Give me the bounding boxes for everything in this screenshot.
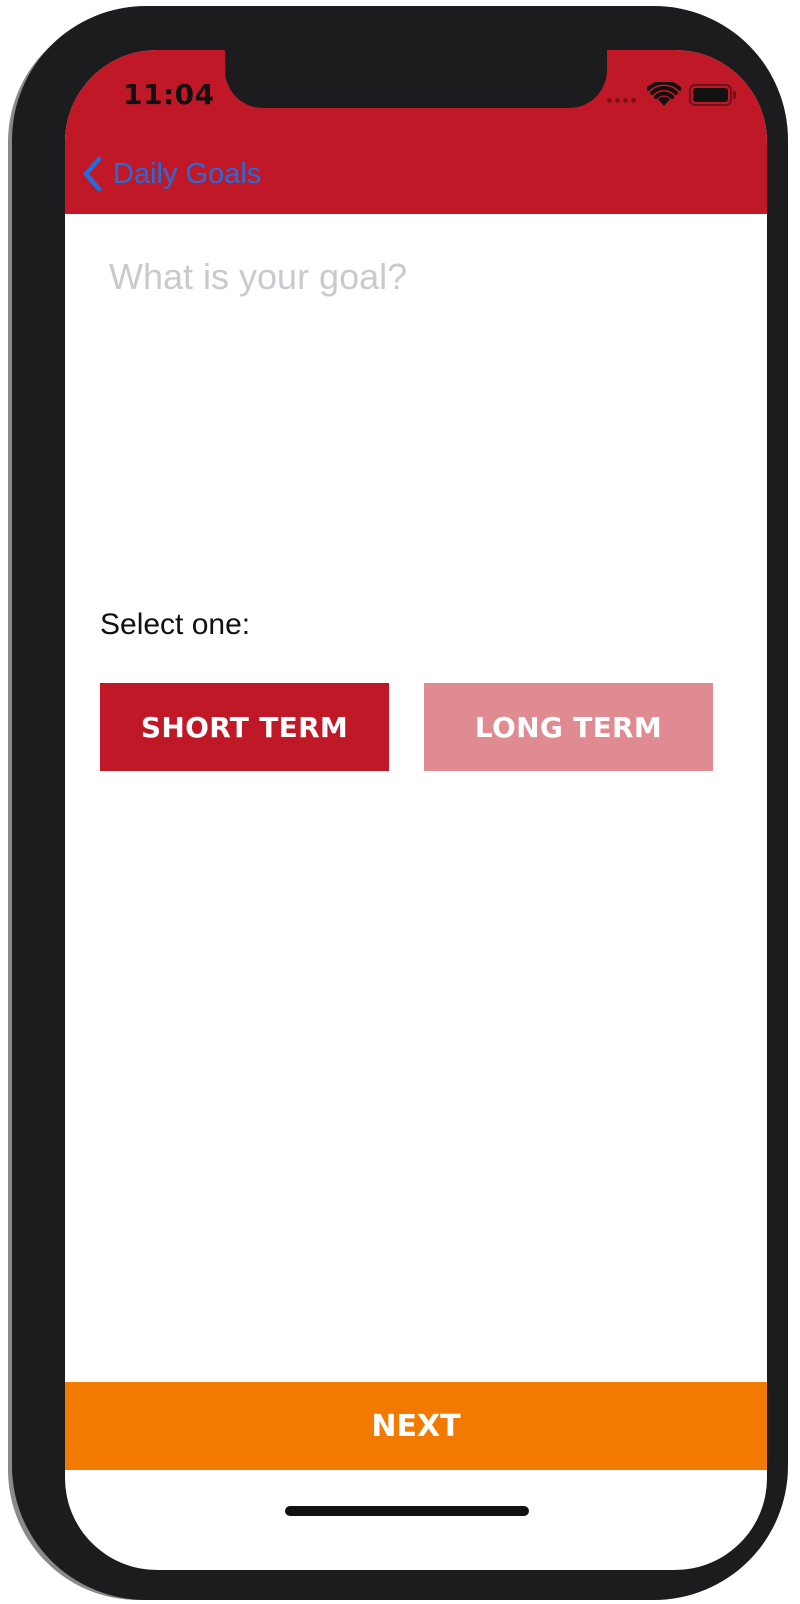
next-button[interactable]: NEXT [65, 1382, 767, 1470]
status-time: 11:04 [123, 78, 215, 111]
navigation-header: 11:04 Daily Goals [65, 50, 767, 214]
battery-icon [689, 84, 736, 106]
cellular-signal-icon [607, 98, 636, 103]
status-icons [607, 80, 737, 112]
phone-frame: 11:04 Daily Goals What is your goal? Sel… [12, 6, 788, 1600]
device-notch [225, 50, 607, 108]
chevron-left-icon [83, 156, 102, 192]
wifi-icon [647, 82, 681, 106]
long-term-button[interactable]: LONG TERM [424, 683, 713, 771]
select-prompt: Select one: [100, 608, 251, 641]
short-term-button[interactable]: SHORT TERM [100, 683, 389, 771]
home-indicator[interactable] [285, 1506, 529, 1516]
app-screen: 11:04 Daily Goals What is your goal? Sel… [65, 50, 767, 1570]
back-button-label: Daily Goals [113, 157, 262, 190]
back-button[interactable]: Daily Goals [81, 154, 261, 194]
goal-input[interactable] [101, 250, 721, 550]
